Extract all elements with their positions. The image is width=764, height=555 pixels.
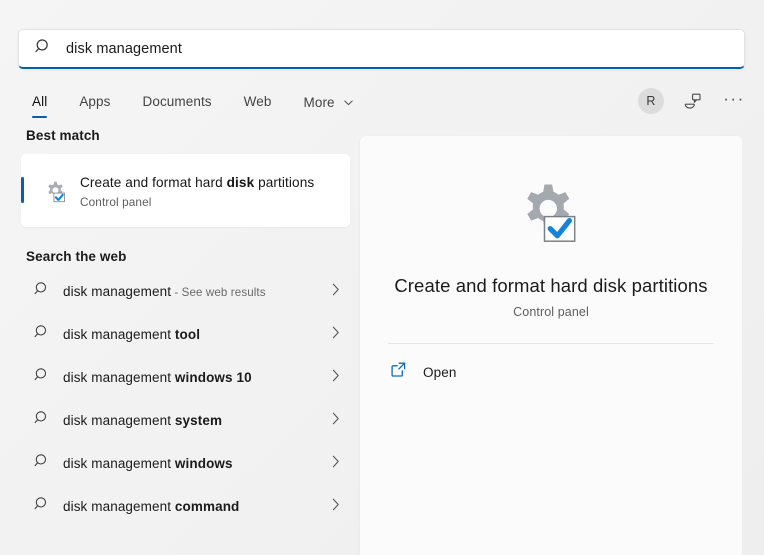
open-external-icon [390,361,407,383]
search-icon [34,453,50,474]
search-icon [34,367,50,388]
search-icon [34,410,50,431]
search-the-web-heading: Search the web [26,249,127,264]
web-result-prefix: disk management [63,327,175,342]
chevron-right-icon[interactable] [332,283,340,301]
tab-all-label: All [32,94,48,109]
selection-indicator [21,177,24,203]
search-input[interactable] [66,40,666,57]
chevron-right-icon[interactable] [332,498,340,516]
web-result-row[interactable]: disk management command [21,485,350,528]
gear-check-icon [42,178,68,204]
tab-web-label: Web [243,94,272,109]
chevron-right-icon[interactable] [332,412,340,430]
web-result-prefix: disk management [63,499,175,514]
best-match-title-part1: Create and format hard [80,174,227,190]
web-results-list: disk management - See web results disk m… [0,270,360,528]
preview-subtitle: Control panel [513,305,589,319]
best-match-title-part2: partitions [254,174,315,190]
ellipsis-icon[interactable]: ··· [720,88,748,114]
web-result-note: - See web results [171,286,266,299]
gear-check-icon [515,178,587,248]
best-match-heading: Best match [26,128,100,143]
web-result-row[interactable]: disk management - See web results [21,270,350,313]
web-result-bold: command [174,499,240,514]
tab-documents-label: Documents [142,94,212,109]
preview-title: Create and format hard disk partitions [394,275,708,296]
header-actions: R ··· [638,88,748,114]
chevron-down-icon [343,94,353,109]
tab-more[interactable]: More [288,90,369,121]
web-result-label: disk management tool [63,327,332,342]
search-icon [35,38,52,60]
web-result-label: disk management command [63,499,332,514]
web-result-label: disk management - See web results [63,284,332,299]
tab-apps-label: Apps [79,94,111,109]
preview-hero: Create and format hard disk partitions C… [360,136,742,319]
web-result-label: disk management system [63,413,332,428]
feedback-bubbles-icon[interactable] [678,88,706,114]
open-action[interactable]: Open [378,352,724,392]
results-column: Best match Create and format hard disk p… [0,128,360,555]
web-result-bold: tool [174,327,201,342]
web-result-bold: windows [174,456,233,471]
chevron-right-icon[interactable] [332,369,340,387]
best-match-title: Create and format hard disk partitions [80,173,342,193]
search-flyout: All Apps Documents Web More R [0,0,764,555]
search-icon [34,324,50,345]
best-match-item[interactable]: Create and format hard disk partitions C… [21,154,350,227]
tab-apps[interactable]: Apps [63,90,126,120]
web-result-bold: windows 10 [174,370,252,385]
web-result-prefix: disk management [63,370,175,385]
web-result-prefix: disk management [63,456,175,471]
best-match-title-bold: disk [226,174,255,190]
preview-panel: Create and format hard disk partitions C… [360,136,742,555]
open-action-label: Open [423,364,457,380]
filter-tabs: All Apps Documents Web More [26,90,369,121]
tab-web[interactable]: Web [228,90,288,120]
preview-divider [388,343,714,344]
web-result-row[interactable]: disk management windows 10 [21,356,350,399]
chevron-right-icon[interactable] [332,326,340,344]
web-result-row[interactable]: disk management windows [21,442,350,485]
web-result-label: disk management windows [63,456,332,471]
web-result-bold: system [174,413,223,428]
tab-active-indicator [32,115,48,118]
best-match-subtitle: Control panel [80,194,152,209]
web-result-label: disk management windows 10 [63,370,332,385]
tab-more-label: More [303,95,335,110]
tab-documents[interactable]: Documents [126,90,227,120]
avatar[interactable]: R [638,88,664,114]
ellipsis-glyph: ··· [723,88,745,108]
web-result-prefix: disk management [63,284,172,299]
web-result-row[interactable]: disk management tool [21,313,350,356]
avatar-initial: R [646,94,656,108]
web-result-row[interactable]: disk management system [21,399,350,442]
web-result-prefix: disk management [63,413,175,428]
search-bar[interactable] [18,29,745,69]
search-icon [34,496,50,517]
search-icon [34,281,50,302]
tab-all[interactable]: All [26,90,63,120]
best-match-text: Create and format hard disk partitions C… [80,173,350,209]
chevron-right-icon[interactable] [332,455,340,473]
